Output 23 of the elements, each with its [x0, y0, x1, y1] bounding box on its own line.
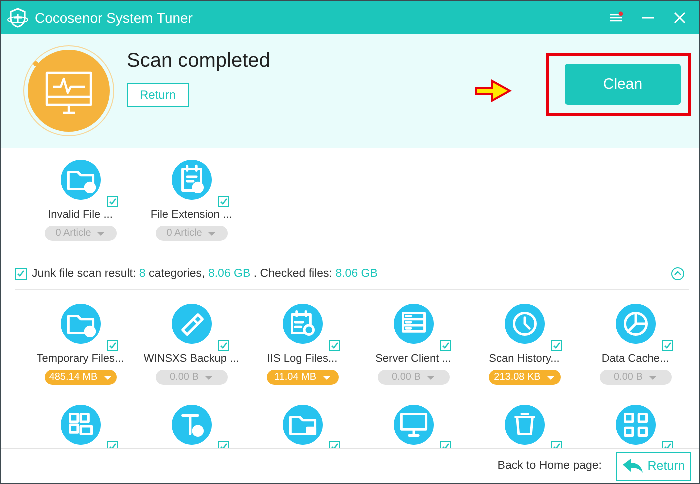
item-label: WINSXS Backup ...	[144, 353, 240, 365]
clean-button[interactable]: Clean	[565, 64, 681, 104]
scan-summary: Junk file scan result: 8 categories, 8.06 GB . Checked files: 8.06 GB	[32, 268, 379, 280]
item-label: Invalid File ...	[48, 209, 113, 221]
item-label: Temporary Files...	[36, 353, 124, 365]
size-dropdown[interactable]: 0 Article	[44, 226, 116, 241]
size-dropdown[interactable]: 213.08 KB	[488, 370, 560, 385]
size-dropdown[interactable]: 0 Article	[156, 226, 228, 241]
item-label: Server Client ...	[376, 353, 452, 365]
size-dropdown[interactable]: 0.00 B	[600, 370, 672, 385]
return-button[interactable]: Return	[616, 452, 691, 480]
window-title: Cocosenor System Tuner	[35, 10, 194, 26]
item-label: File Extension ...	[150, 209, 232, 221]
item-label: Scan History...	[489, 353, 560, 365]
item-label: Data Cache...	[602, 353, 670, 365]
size-dropdown[interactable]: 0.00 B	[156, 370, 228, 385]
footer-label: Back to Home page:	[498, 460, 602, 472]
return-button[interactable]: Return	[127, 83, 189, 107]
size-dropdown[interactable]: 485.14 MB	[44, 370, 116, 385]
size-dropdown[interactable]: 0.00 B	[378, 370, 450, 385]
status-heading: Scan completed	[127, 50, 272, 73]
item-label: IIS Log Files...	[267, 353, 338, 365]
size-dropdown[interactable]: 11.04 MB	[266, 370, 338, 385]
